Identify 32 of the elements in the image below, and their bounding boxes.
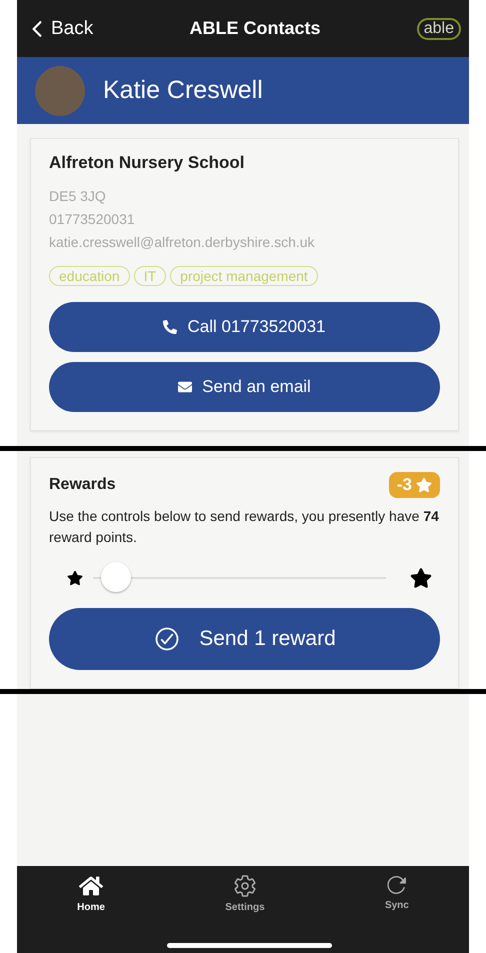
reward-slider[interactable] <box>93 562 386 594</box>
phone-icon <box>163 320 178 334</box>
contact-detail: katie.cresswell@alfreton.derbyshire.sch.uk <box>49 233 316 252</box>
organisation-name: Alfreton Nursery School <box>49 153 246 173</box>
contact-name: Katie Creswell <box>103 76 263 105</box>
email-button[interactable]: Send an email <box>49 362 440 412</box>
rewards-description: Use the controls below to send rewards, you presently have 74 reward points. <box>49 507 440 547</box>
tab[interactable]: Sync <box>376 874 417 918</box>
phone-button[interactable]: Call 01773520031 <box>49 302 440 352</box>
tab[interactable]: Home <box>69 874 113 918</box>
rewards-title: Rewards <box>49 476 116 494</box>
slider-thumb[interactable] <box>100 562 131 592</box>
back-button[interactable]: Back <box>25 16 94 40</box>
star-icon <box>410 567 432 589</box>
refresh-icon <box>386 874 408 896</box>
tag: IT <box>134 266 166 286</box>
star-icon <box>416 477 432 493</box>
star-icon <box>67 570 83 586</box>
points-badge: -3 <box>388 472 440 498</box>
tag: project management <box>170 266 318 286</box>
nav-title: ABLE Contacts <box>189 18 320 39</box>
avatar-placeholder <box>35 66 85 116</box>
send-reward-button[interactable]: Send 1 reward <box>49 608 440 670</box>
contact-detail: DE5 3JQ <box>49 187 107 206</box>
check-circle-icon <box>153 625 182 653</box>
home-icon <box>79 874 104 898</box>
gear-icon <box>232 874 257 898</box>
logo: able <box>416 18 461 40</box>
tab[interactable]: Settings <box>217 874 273 918</box>
contact-detail: 01773520031 <box>49 210 136 229</box>
envelope-icon <box>178 380 192 394</box>
tag: education <box>49 266 130 286</box>
